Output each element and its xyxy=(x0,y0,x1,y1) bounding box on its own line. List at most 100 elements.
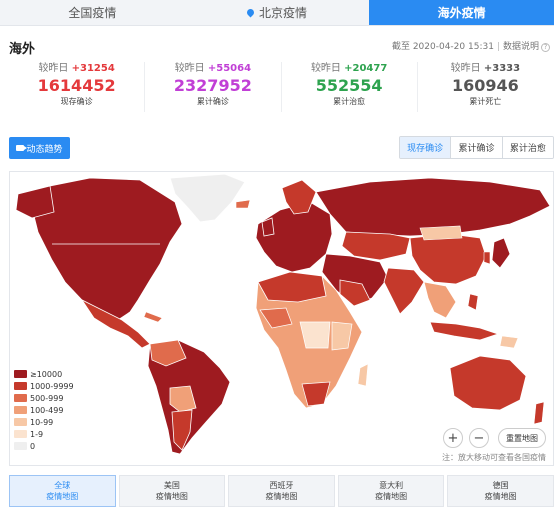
zoom-out-button[interactable]: − xyxy=(469,428,489,448)
tab-line2: 疫情地图 xyxy=(46,492,79,501)
region-indonesia[interactable] xyxy=(429,321,500,341)
map-legend: ≥10000 1000-9999 500-999 100-499 10-99 1… xyxy=(14,368,74,452)
region-china[interactable] xyxy=(409,233,487,285)
map-note: 注：放大移动可查看各国疫情 xyxy=(442,453,546,462)
stat-value: 160946 xyxy=(451,76,519,95)
region-korea[interactable] xyxy=(483,251,491,265)
legend-swatch xyxy=(14,430,27,438)
stat-delta: 较昨日 +31254 xyxy=(9,62,144,76)
region-australia[interactable] xyxy=(449,355,527,411)
stat-label: 现存确诊 xyxy=(60,97,93,106)
update-date: 截至 2020-04-20 15:31 xyxy=(391,42,494,52)
tab-global-map[interactable]: 全球 疫情地图 xyxy=(9,475,116,507)
delta-label: 较昨日 xyxy=(310,63,341,74)
tab-line2: 疫情地图 xyxy=(484,492,517,501)
tab-line2: 疫情地图 xyxy=(375,492,408,501)
location-pin-icon xyxy=(245,7,256,18)
stat-value: 2327952 xyxy=(173,76,252,95)
legend-label: 10-99 xyxy=(30,417,54,427)
tab-line1: 美国 xyxy=(163,481,180,490)
legend-swatch xyxy=(14,442,27,450)
tab-italy-map[interactable]: 意大利 疫情地图 xyxy=(337,475,445,507)
divider: | xyxy=(496,42,500,52)
trend-button-label: 动态趋势 xyxy=(26,144,63,155)
legend-swatch xyxy=(14,370,27,378)
region-north-america[interactable] xyxy=(31,177,183,321)
legend-item[interactable]: 100-499 xyxy=(14,404,74,416)
world-map-svg xyxy=(15,173,551,455)
delta-value: +20477 xyxy=(344,63,388,74)
region-southeast-asia[interactable] xyxy=(423,281,457,319)
legend-item[interactable]: 500-999 xyxy=(14,392,74,404)
region-papua[interactable] xyxy=(499,335,519,349)
tab-national[interactable]: 全国疫情 xyxy=(0,0,185,25)
zoom-in-button[interactable]: + xyxy=(443,428,463,448)
delta-label: 较昨日 xyxy=(174,63,205,74)
stat-label: 累计治愈 xyxy=(333,97,366,106)
stat-total-cured: 较昨日 +20477 552554 累计治愈 xyxy=(282,62,418,112)
toggle-current-confirmed[interactable]: 现存确诊 xyxy=(400,137,452,158)
region-greenland[interactable] xyxy=(169,173,246,223)
region-caribbean[interactable] xyxy=(143,311,163,323)
region-japan[interactable] xyxy=(491,237,511,269)
region-philippines[interactable] xyxy=(467,293,479,311)
region-mongolia[interactable] xyxy=(419,225,463,241)
region-central-asia[interactable] xyxy=(341,231,411,261)
stat-delta: 较昨日 +3333 xyxy=(418,62,553,76)
page-title: 海外 xyxy=(9,42,36,57)
toggle-total-cured[interactable]: 累计治愈 xyxy=(502,137,553,158)
legend-label: 1-9 xyxy=(30,429,44,439)
legend-item[interactable]: ≥10000 xyxy=(14,368,74,380)
legend-label: 0 xyxy=(30,441,36,451)
delta-value: +31254 xyxy=(71,63,115,74)
legend-swatch xyxy=(14,406,27,414)
update-time: 截至 2020-04-20 15:31 | 数据说明? xyxy=(392,39,550,52)
region-india[interactable] xyxy=(383,267,425,315)
tab-overseas[interactable]: 海外疫情 xyxy=(369,0,554,25)
toggle-total-confirmed[interactable]: 累计确诊 xyxy=(451,137,503,158)
legend-item[interactable]: 1-9 xyxy=(14,428,74,440)
tab-line2: 疫情地图 xyxy=(155,492,188,501)
tab-national-label: 全国疫情 xyxy=(68,6,117,20)
stats-panel: 较昨日 +31254 1614452 现存确诊 较昨日 +55064 23279… xyxy=(9,62,553,112)
stat-value: 1614452 xyxy=(37,76,116,95)
tab-spain-map[interactable]: 西班牙 疫情地图 xyxy=(228,475,335,507)
stat-total-deaths: 较昨日 +3333 160946 累计死亡 xyxy=(418,62,553,112)
map-metric-toggle: 现存确诊 累计确诊 累计治愈 xyxy=(399,136,554,159)
legend-label: 500-999 xyxy=(30,393,64,403)
world-map[interactable] xyxy=(9,171,554,466)
region-north-africa[interactable] xyxy=(257,271,327,303)
region-iceland[interactable] xyxy=(235,199,251,209)
delta-value: +3333 xyxy=(483,63,521,74)
region-new-zealand[interactable] xyxy=(533,401,545,425)
legend-swatch xyxy=(14,382,27,390)
tab-overseas-label: 海外疫情 xyxy=(437,6,486,20)
legend-item[interactable]: 10-99 xyxy=(14,416,74,428)
help-icon[interactable]: ? xyxy=(541,43,550,52)
legend-label: 100-499 xyxy=(30,405,64,415)
region-alaska[interactable] xyxy=(15,185,55,219)
legend-item[interactable]: 0 xyxy=(14,440,74,452)
tab-line1: 西班牙 xyxy=(269,481,294,490)
stat-label: 累计确诊 xyxy=(196,97,229,106)
stat-delta: 较昨日 +20477 xyxy=(282,62,417,76)
data-note-link[interactable]: 数据说明 xyxy=(503,42,539,52)
tab-usa-map[interactable]: 美国 疫情地图 xyxy=(118,475,226,507)
tab-line1: 全球 xyxy=(54,481,71,490)
delta-label: 较昨日 xyxy=(38,63,69,74)
tab-line1: 德国 xyxy=(492,481,509,490)
stat-value: 552554 xyxy=(315,76,383,95)
stat-label: 累计死亡 xyxy=(469,97,502,106)
map-tab-bar: 全球疫情地图 美国疫情地图 西班牙 疫情地图 意大利疫情地图 德国疫情地图 xyxy=(9,475,554,507)
legend-label: ≥10000 xyxy=(30,369,63,379)
reset-map-button[interactable]: 重置地图 xyxy=(498,428,546,448)
dynamic-trend-button[interactable]: 动态趋势 xyxy=(9,137,70,159)
region-madagascar[interactable] xyxy=(357,363,369,387)
tab-germany-map[interactable]: 德国 疫情地图 xyxy=(447,475,554,507)
delta-value: +55064 xyxy=(207,63,252,74)
tab-beijing[interactable]: 北京疫情 xyxy=(185,0,370,25)
stat-delta: 较昨日 +55064 xyxy=(145,62,280,76)
legend-item[interactable]: 1000-9999 xyxy=(14,380,74,392)
delta-label: 较昨日 xyxy=(450,63,481,74)
tab-line1: 意大利 xyxy=(379,481,404,490)
